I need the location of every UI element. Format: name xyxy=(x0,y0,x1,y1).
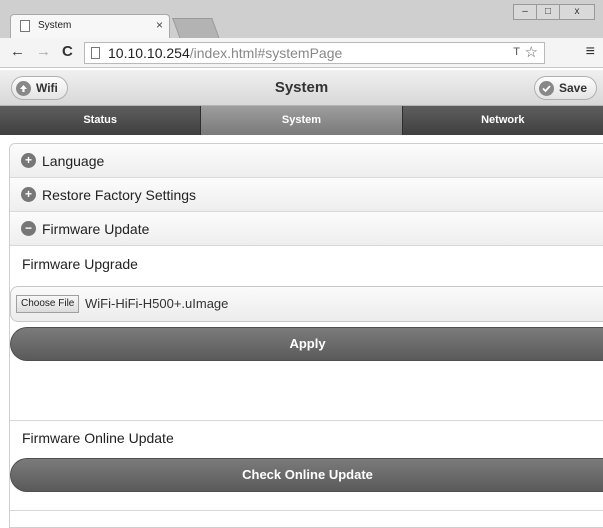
section-restore-factory[interactable]: + Restore Factory Settings xyxy=(10,178,603,212)
arrow-up-icon xyxy=(16,80,31,96)
reload-icon[interactable]: C xyxy=(62,43,73,60)
check-icon xyxy=(538,80,554,96)
new-tab-button[interactable] xyxy=(172,18,220,39)
wifi-button-label: Wifi xyxy=(36,81,58,95)
back-arrow-icon[interactable]: ← xyxy=(10,43,25,60)
tab-system[interactable]: System xyxy=(201,106,403,135)
browser-tab[interactable]: System × xyxy=(10,14,170,38)
app-header: Wifi System Save xyxy=(0,70,603,106)
section-label: Restore Factory Settings xyxy=(42,187,197,203)
save-button-label: Save xyxy=(558,81,587,95)
section-label: Firmware Update xyxy=(42,221,150,237)
nav-bar: Status System Network xyxy=(0,106,603,135)
apply-button[interactable]: Apply xyxy=(10,327,603,361)
page-title: System xyxy=(274,79,329,96)
wifi-back-button[interactable]: Wifi xyxy=(11,76,68,100)
url-text: 10.10.10.254/index.html#systemPage xyxy=(108,45,342,61)
browser-titlebar: System × – □ x xyxy=(0,0,603,39)
translate-icon[interactable]: T xyxy=(513,46,520,58)
close-window-button[interactable]: x xyxy=(559,4,595,20)
plus-icon: + xyxy=(21,153,36,168)
minimize-button[interactable]: – xyxy=(513,4,537,20)
url-host: 10.10.10.254 xyxy=(108,45,190,61)
firmware-online-label: Firmware Online Update xyxy=(22,430,174,446)
browser-menu-icon[interactable]: ≡ xyxy=(586,43,595,61)
section-language[interactable]: + Language xyxy=(10,144,603,178)
choose-file-button[interactable]: Choose File xyxy=(16,295,80,313)
selected-file-name: WiFi-HiFi-H500+.uImage xyxy=(85,296,229,311)
window-controls: – □ x xyxy=(513,4,595,20)
divider xyxy=(10,510,603,511)
maximize-button[interactable]: □ xyxy=(536,4,560,20)
tab-close-icon[interactable]: × xyxy=(156,18,163,32)
minus-icon: − xyxy=(21,221,36,236)
forward-arrow-icon[interactable]: → xyxy=(36,43,51,60)
section-label: Language xyxy=(42,153,105,169)
url-path: /index.html#systemPage xyxy=(189,45,343,61)
tab-title: System xyxy=(38,20,72,31)
page-icon xyxy=(91,47,100,59)
page-icon xyxy=(20,20,30,32)
tab-status[interactable]: Status xyxy=(0,106,202,135)
tab-network[interactable]: Network xyxy=(402,106,603,135)
firmware-upgrade-label: Firmware Upgrade xyxy=(22,256,138,272)
bookmark-star-icon[interactable]: ☆ xyxy=(525,43,538,61)
file-upload-field: Choose File WiFi-HiFi-H500+.uImage xyxy=(10,286,603,322)
url-input[interactable]: 10.10.10.254/index.html#systemPage T ☆ xyxy=(84,42,545,64)
divider xyxy=(10,420,603,421)
save-button[interactable]: Save xyxy=(533,76,597,100)
check-online-update-button[interactable]: Check Online Update xyxy=(10,458,603,492)
section-firmware-update[interactable]: − Firmware Update xyxy=(10,212,603,246)
address-bar: ← → C 10.10.10.254/index.html#systemPage… xyxy=(0,38,603,68)
plus-icon: + xyxy=(21,187,36,202)
settings-panel: + Language + Restore Factory Settings − … xyxy=(9,143,603,528)
